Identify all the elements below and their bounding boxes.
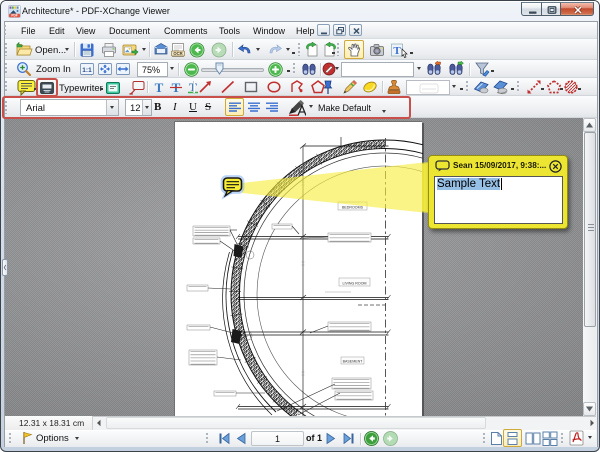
svg-text:OCR: OCR: [173, 51, 182, 56]
svg-text:1:1: 1:1: [82, 67, 92, 74]
svg-text:BEDROOMS: BEDROOMS: [342, 205, 364, 209]
svg-text:T: T: [155, 80, 164, 95]
svg-text:BASEMENT: BASEMENT: [343, 359, 364, 363]
svg-text:PDF: PDF: [11, 14, 17, 18]
svg-text:LIVING ROOM: LIVING ROOM: [343, 281, 367, 285]
svg-text:T: T: [393, 45, 401, 57]
